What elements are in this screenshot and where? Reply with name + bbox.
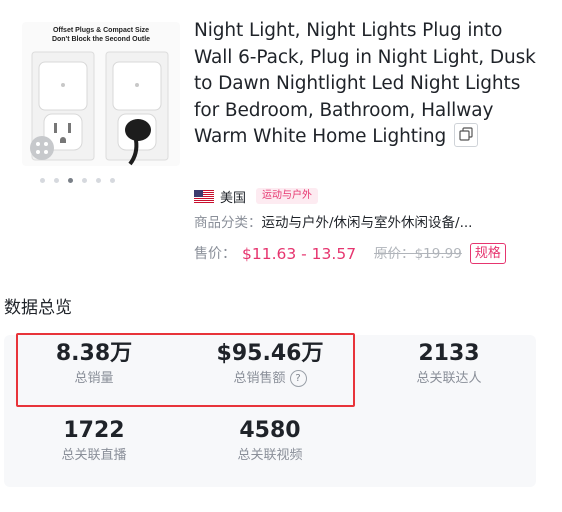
carousel-dot[interactable] bbox=[82, 178, 87, 183]
carousel-dot[interactable] bbox=[96, 178, 101, 183]
original-price: 原价：$19.99 bbox=[374, 244, 462, 264]
carousel-dot[interactable] bbox=[68, 178, 73, 183]
stat-value: 4580 bbox=[239, 418, 301, 443]
night-light-photo bbox=[30, 51, 169, 166]
country-row: 美国 运动与户外 bbox=[194, 186, 319, 206]
category-path[interactable]: 运动与户外/休闲与室外休闲设备/... bbox=[262, 215, 473, 231]
stat-label: 总关联达人 bbox=[416, 371, 482, 386]
price-label: 售价： bbox=[194, 245, 236, 262]
carousel-dot[interactable] bbox=[110, 178, 115, 183]
copy-icon bbox=[459, 127, 473, 141]
category-label: 商品分类： bbox=[194, 215, 262, 231]
stat-value: 2133 bbox=[418, 341, 480, 366]
stat-value: 1722 bbox=[63, 418, 125, 443]
stat-total-videos: 4580 总关联视频 bbox=[180, 417, 360, 465]
product-title-text: Night Light, Night Lights Plug into Wall… bbox=[194, 20, 536, 147]
original-price-label: 原价： bbox=[374, 245, 415, 262]
image-carousel-dots bbox=[40, 178, 115, 183]
original-price-value: $19.99 bbox=[414, 245, 462, 262]
stat-total-lives: 1722 总关联直播 bbox=[4, 417, 184, 465]
category-tag[interactable]: 运动与户外 bbox=[256, 188, 319, 204]
stat-label: 总关联视频 bbox=[237, 448, 303, 463]
copy-button[interactable] bbox=[454, 123, 479, 147]
category-row: 商品分类：运动与户外/休闲与室外休闲设备/... bbox=[194, 213, 549, 233]
carousel-dot[interactable] bbox=[54, 178, 59, 183]
stat-label: 总关联直播 bbox=[61, 448, 127, 463]
country-name: 美国 bbox=[220, 190, 247, 206]
us-flag-icon bbox=[194, 189, 214, 203]
product-image[interactable]: Offset Plugs & Compact Size Don't Block … bbox=[22, 22, 180, 166]
section-title: 数据总览 bbox=[4, 298, 72, 318]
product-title: Night Light, Night Lights Plug into Wall… bbox=[194, 18, 544, 151]
stat-total-creators: 2133 总关联达人 bbox=[359, 340, 539, 388]
price-value: $11.63 - 13.57 bbox=[242, 244, 357, 263]
highlight-box bbox=[16, 333, 355, 407]
carousel-dot[interactable] bbox=[40, 178, 45, 183]
spec-button[interactable]: 规格 bbox=[469, 243, 506, 264]
price-row: 售价： $11.63 - 13.57 原价：$19.99 规格 bbox=[194, 243, 506, 264]
